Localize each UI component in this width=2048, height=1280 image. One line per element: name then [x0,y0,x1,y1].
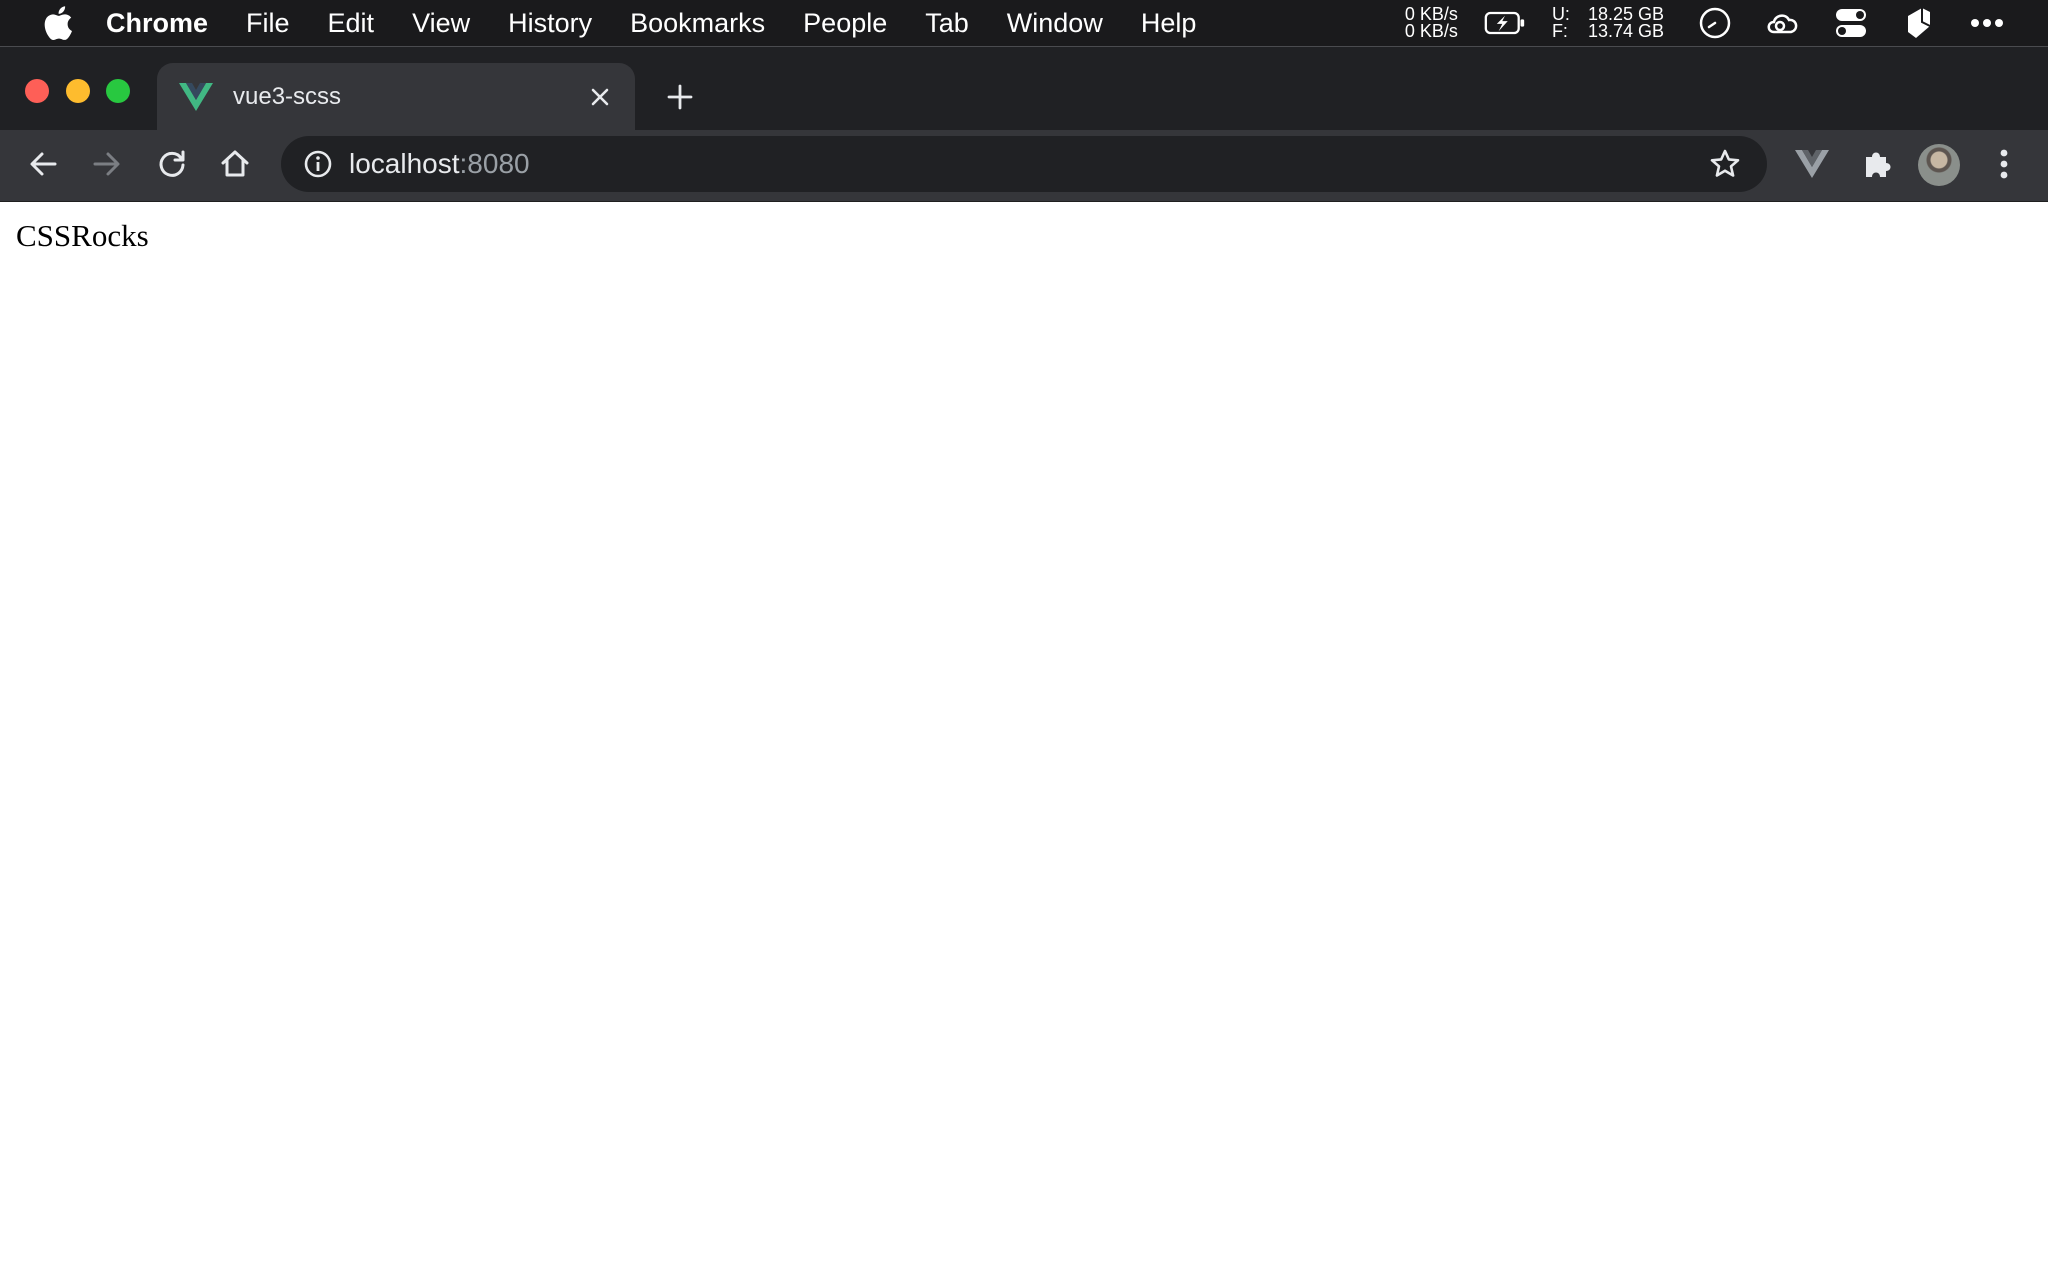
reload-icon[interactable] [150,142,194,186]
clock-icon[interactable] [1694,5,1736,41]
menu-people[interactable]: People [803,8,887,39]
menu-edit[interactable]: Edit [328,8,375,39]
new-tab-button[interactable] [662,79,698,115]
tab-title: vue3-scss [233,83,342,110]
menu-bar-status-area: 0 KB/s 0 KB/s U: F: 18.25 GB 13.74 GB [1405,0,2048,46]
extensions-icon[interactable] [1854,142,1898,186]
vue-logo-icon [179,82,213,112]
apple-icon[interactable] [40,5,76,41]
close-tab-icon[interactable] [583,80,617,114]
menu-view[interactable]: View [412,8,470,39]
menu-chrome[interactable]: Chrome [106,8,208,39]
sketch-icon[interactable] [1898,5,1940,41]
browser-window: vue3-scss localhost:8080 CSSRocks [0,46,2048,1280]
menu-help[interactable]: Help [1141,8,1197,39]
disk-usage[interactable]: U: F: 18.25 GB 13.74 GB [1551,5,1664,41]
tab-strip: vue3-scss [0,46,2048,131]
avatar[interactable] [1918,144,1960,186]
control-center-icon[interactable] [1830,5,1872,41]
tab-vue3-scss[interactable]: vue3-scss [157,63,635,131]
more-icon[interactable] [1966,5,2008,41]
close-window-button[interactable] [25,79,49,103]
vue-devtools-icon[interactable] [1790,142,1834,186]
disk-free-label: F: [1551,21,1568,41]
page-viewport: CSSRocks [0,203,2048,1280]
disk-free-value: 13.74 GB [1587,21,1664,41]
url-host: localhost [349,148,460,179]
info-icon[interactable] [301,147,335,181]
forward-icon[interactable] [85,142,129,186]
network-download-speed: 0 KB/s [1404,21,1458,41]
fullscreen-window-button[interactable] [106,79,130,103]
browser-toolbar: localhost:8080 [0,130,2048,202]
menu-tab[interactable]: Tab [925,8,969,39]
star-icon[interactable] [1705,144,1745,184]
back-icon[interactable] [21,142,65,186]
url-port: :8080 [459,148,530,179]
battery-charging-icon[interactable] [1484,5,1526,41]
url-text[interactable]: localhost:8080 [349,148,1705,180]
minimize-window-button[interactable] [66,79,90,103]
kebab-menu-icon[interactable] [1982,142,2026,186]
page-content-text: CSSRocks [16,218,149,253]
home-icon[interactable] [213,142,257,186]
network-speed[interactable]: 0 KB/s 0 KB/s [1404,5,1458,41]
menu-window[interactable]: Window [1007,8,1103,39]
menu-bookmarks[interactable]: Bookmarks [630,8,765,39]
creative-cloud-icon[interactable] [1762,5,1804,41]
menu-file[interactable]: File [246,8,290,39]
macos-menu-bar: Chrome File Edit View History Bookmarks … [0,0,2048,46]
menu-history[interactable]: History [508,8,592,39]
address-bar[interactable]: localhost:8080 [281,136,1767,192]
